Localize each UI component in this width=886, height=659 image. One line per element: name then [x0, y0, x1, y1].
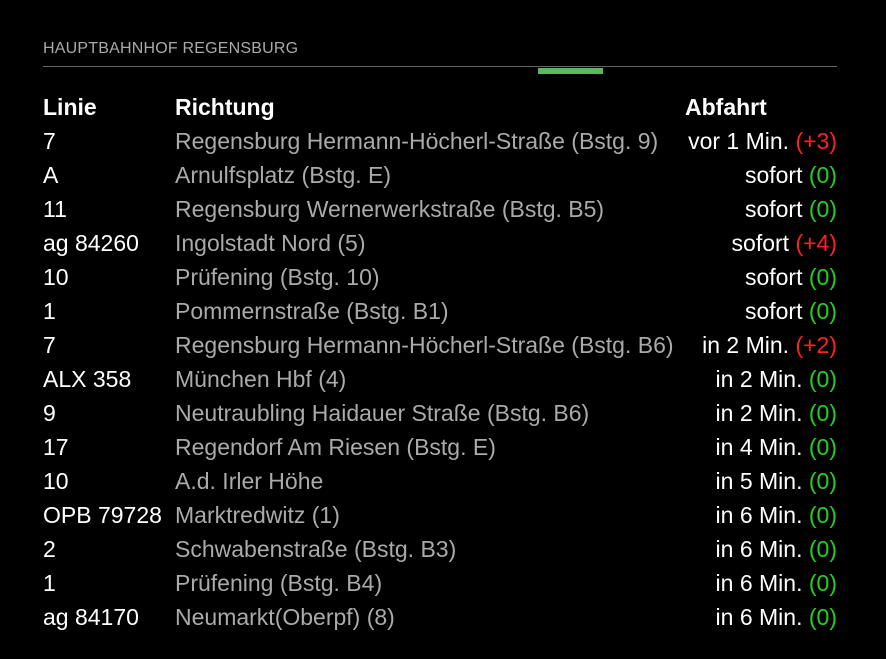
table-row: A Arnulfsplatz (Bstg. E) sofort (0) — [43, 158, 837, 192]
table-row: 1 Prüfening (Bstg. B4) in 6 Min. (0) — [43, 566, 837, 600]
departure-time: sofort — [744, 162, 803, 188]
departure-cell: in 6 Min. (0) — [685, 532, 837, 566]
direction-cell: Pommernstraße (Bstg. B1) — [175, 298, 449, 324]
delay-badge: (0) — [808, 536, 837, 562]
table-row: 7 Regensburg Hermann-Höcherl-Straße (Bstg… — [43, 124, 837, 158]
departure-time: in 6 Min. — [715, 536, 803, 562]
table-row: 1 Pommernstraße (Bstg. B1) sofort (0) — [43, 294, 837, 328]
module-header: HAUPTBAHNHOF REGENSBURG — [43, 38, 837, 67]
departures-table: Linie Richtung Abfahrt 7 Regensburg Herma… — [43, 90, 837, 634]
table-row: 17 Regendorf Am Riesen (Bstg. E) in 4 Min.… — [43, 430, 837, 464]
column-header-departure: Abfahrt — [685, 94, 767, 120]
departure-cell: in 6 Min. (0) — [685, 498, 837, 532]
departure-cell: sofort (0) — [685, 192, 837, 226]
direction-cell: München Hbf (4) — [175, 366, 347, 392]
delay-badge: (0) — [808, 196, 837, 222]
departure-time: vor 1 Min. — [688, 128, 790, 154]
departure-cell: in 6 Min. (0) — [685, 600, 837, 634]
direction-cell: Regendorf Am Riesen (Bstg. E) — [175, 434, 496, 460]
table-row: ag 84260 Ingolstadt Nord (5) sofort (+4) — [43, 226, 837, 260]
direction-cell: Neumarkt(Oberpf) (8) — [175, 604, 395, 630]
delay-badge: (+4) — [795, 230, 837, 256]
direction-cell: Neutraubling Haidauer Straße (Bstg. B6) — [175, 400, 590, 426]
delay-badge: (0) — [808, 468, 837, 494]
departure-time: in 6 Min. — [715, 502, 803, 528]
departure-cell: in 2 Min. (0) — [685, 396, 837, 430]
header-accent-bar — [538, 68, 603, 74]
direction-cell: Marktredwitz (1) — [175, 502, 340, 528]
line-cell: 11 — [43, 196, 67, 222]
line-cell: 10 — [43, 264, 69, 290]
table-row: 10 Prüfening (Bstg. 10) sofort (0) — [43, 260, 837, 294]
delay-badge: (0) — [808, 366, 837, 392]
departure-cell: sofort (+4) — [685, 226, 837, 260]
table-row: 9 Neutraubling Haidauer Straße (Bstg. B6)… — [43, 396, 837, 430]
departure-time: sofort — [744, 264, 803, 290]
direction-cell: Regensburg Wernerwerkstraße (Bstg. B5) — [175, 196, 605, 222]
departure-time: in 6 Min. — [715, 604, 803, 630]
delay-badge: (0) — [808, 162, 837, 188]
column-header-direction: Richtung — [175, 94, 275, 120]
line-cell: 1 — [43, 298, 56, 324]
line-cell: 10 — [43, 468, 69, 494]
departure-time: sofort — [744, 196, 803, 222]
departure-cell: vor 1 Min. (+3) — [685, 124, 837, 158]
line-cell: ALX 358 — [43, 366, 132, 392]
line-cell: A — [43, 162, 59, 188]
direction-cell: Prüfening (Bstg. B4) — [175, 570, 383, 596]
direction-cell: Regensburg Hermann-Höcherl-Straße (Bstg.… — [175, 128, 659, 154]
departure-cell: sofort (0) — [685, 260, 837, 294]
direction-cell: Ingolstadt Nord (5) — [175, 230, 366, 256]
line-cell: 1 — [43, 570, 56, 596]
departure-cell: in 6 Min. (0) — [685, 566, 837, 600]
delay-badge: (0) — [808, 434, 837, 460]
line-cell: ag 84170 — [43, 604, 139, 630]
departure-cell: sofort (0) — [685, 294, 837, 328]
direction-cell: Prüfening (Bstg. 10) — [175, 264, 380, 290]
departure-cell: in 4 Min. (0) — [685, 430, 837, 464]
delay-badge: (0) — [808, 264, 837, 290]
delay-badge: (0) — [808, 400, 837, 426]
table-header-row: Linie Richtung Abfahrt — [43, 90, 837, 124]
table-row: OPB 79728 Marktredwitz (1) in 6 Min. (0) — [43, 498, 837, 532]
line-cell: ag 84260 — [43, 230, 139, 256]
direction-cell: Arnulfsplatz (Bstg. E) — [175, 162, 392, 188]
table-row: ag 84170 Neumarkt(Oberpf) (8) in 6 Min. (0… — [43, 600, 837, 634]
line-cell: 7 — [43, 332, 56, 358]
table-row: 2 Schwabenstraße (Bstg. B3) in 6 Min. (0) — [43, 532, 837, 566]
line-cell: 9 — [43, 400, 56, 426]
departure-time: in 4 Min. — [715, 434, 803, 460]
departure-time: in 5 Min. — [715, 468, 803, 494]
departure-cell: in 2 Min. (+2) — [685, 328, 837, 362]
table-row: 7 Regensburg Hermann-Höcherl-Straße (Bstg… — [43, 328, 837, 362]
line-cell: 7 — [43, 128, 56, 154]
departure-time: in 6 Min. — [715, 570, 803, 596]
departure-time: in 2 Min. — [715, 400, 803, 426]
column-header-line: Linie — [43, 94, 97, 120]
departure-time: in 2 Min. — [702, 332, 790, 358]
departure-time: sofort — [731, 230, 790, 256]
delay-badge: (0) — [808, 502, 837, 528]
departures-body: 7 Regensburg Hermann-Höcherl-Straße (Bstg… — [43, 124, 837, 634]
departure-time: sofort — [744, 298, 803, 324]
departures-module: HAUPTBAHNHOF REGENSBURG Linie Richtung A… — [43, 38, 837, 630]
table-row: 11 Regensburg Wernerwerkstraße (Bstg. B5)… — [43, 192, 837, 226]
departure-time: in 2 Min. — [715, 366, 803, 392]
delay-badge: (+2) — [795, 332, 837, 358]
departure-cell: sofort (0) — [685, 158, 837, 192]
line-cell: OPB 79728 — [43, 502, 162, 528]
delay-badge: (0) — [808, 298, 837, 324]
direction-cell: Regensburg Hermann-Höcherl-Straße (Bstg.… — [175, 332, 674, 358]
line-cell: 17 — [43, 434, 69, 460]
delay-badge: (+3) — [795, 128, 837, 154]
departure-cell: in 2 Min. (0) — [685, 362, 837, 396]
departure-cell: in 5 Min. (0) — [685, 464, 837, 498]
delay-badge: (0) — [808, 604, 837, 630]
direction-cell: A.d. Irler Höhe — [175, 468, 324, 494]
line-cell: 2 — [43, 536, 56, 562]
delay-badge: (0) — [808, 570, 837, 596]
table-row: 10 A.d. Irler Höhe in 5 Min. (0) — [43, 464, 837, 498]
direction-cell: Schwabenstraße (Bstg. B3) — [175, 536, 457, 562]
table-row: ALX 358 München Hbf (4) in 2 Min. (0) — [43, 362, 837, 396]
